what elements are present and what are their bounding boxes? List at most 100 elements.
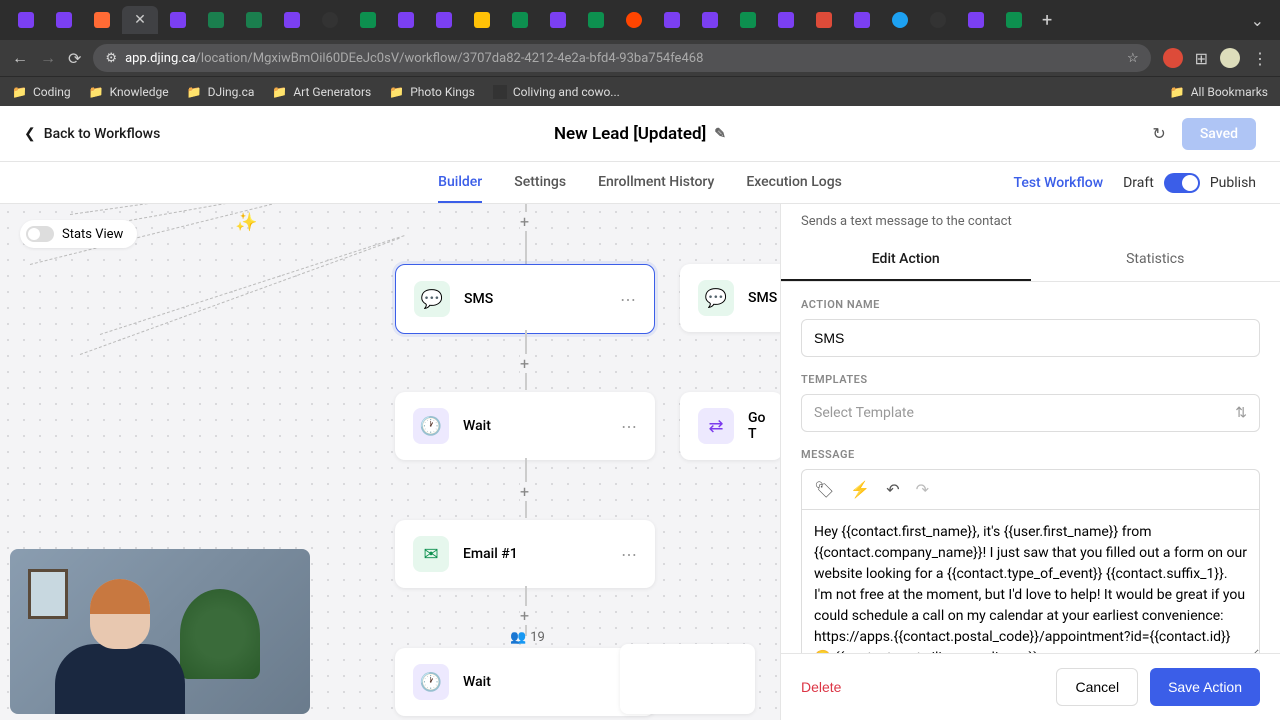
saved-button[interactable]: Saved bbox=[1182, 118, 1256, 150]
action-name-input[interactable] bbox=[801, 319, 1260, 357]
arrow-left-icon: ❮ bbox=[24, 126, 36, 142]
node-menu-icon[interactable]: ⋯ bbox=[621, 417, 637, 436]
browser-tab[interactable] bbox=[806, 6, 842, 34]
browser-tab[interactable] bbox=[350, 6, 386, 34]
toggle-switch[interactable] bbox=[1164, 173, 1200, 193]
tag-icon[interactable]: 🏷 bbox=[814, 480, 834, 499]
address-bar: ← → ⟳ ⚙ app.djing.ca/location/MgxiwBmOil… bbox=[0, 40, 1280, 76]
video-overlay bbox=[10, 549, 310, 714]
bookmark-folder[interactable]: 📁Knowledge bbox=[89, 85, 169, 99]
clock-icon: 🕐 bbox=[413, 408, 449, 444]
extension-icon[interactable] bbox=[1163, 48, 1183, 68]
bookmark-folder[interactable]: 📁Coding bbox=[12, 85, 71, 99]
browser-tab[interactable] bbox=[692, 6, 728, 34]
browser-tab[interactable] bbox=[84, 6, 120, 34]
browser-tab[interactable] bbox=[768, 6, 804, 34]
draft-label: Draft bbox=[1123, 175, 1154, 191]
panel-tabs: Edit Action Statistics bbox=[781, 239, 1280, 282]
workflow-canvas[interactable]: Stats View ✨ + 💬 SMS ⋯ 💬 SMS + 🕐 Wait ⋯ … bbox=[0, 204, 780, 720]
browser-tab[interactable] bbox=[730, 6, 766, 34]
message-textarea[interactable] bbox=[801, 509, 1260, 653]
magic-wand-icon[interactable]: ✨ bbox=[235, 212, 257, 233]
bookmark-star-icon[interactable]: ☆ bbox=[1127, 51, 1139, 66]
toggle-off-icon[interactable] bbox=[26, 226, 54, 242]
site-info-icon[interactable]: ⚙ bbox=[105, 51, 117, 66]
bookmark-folder[interactable]: 📁DJing.ca bbox=[187, 85, 255, 99]
workflow-node-email[interactable]: ✉ Email #1 ⋯ bbox=[395, 520, 655, 588]
tab-builder[interactable]: Builder bbox=[438, 162, 482, 203]
back-to-workflows-link[interactable]: ❮ Back to Workflows bbox=[24, 126, 160, 142]
browser-tab[interactable] bbox=[920, 6, 956, 34]
back-label: Back to Workflows bbox=[44, 126, 161, 142]
add-node-button[interactable]: + bbox=[520, 212, 529, 231]
stats-view-toggle[interactable]: Stats View bbox=[20, 220, 137, 248]
tab-statistics[interactable]: Statistics bbox=[1031, 239, 1280, 281]
cancel-button[interactable]: Cancel bbox=[1056, 668, 1138, 706]
undo-icon[interactable]: ↶ bbox=[886, 480, 899, 499]
delete-button[interactable]: Delete bbox=[801, 679, 841, 695]
browser-tab[interactable] bbox=[882, 6, 918, 34]
workflow-node-sms[interactable]: 💬 SMS bbox=[680, 264, 780, 332]
browser-tab[interactable] bbox=[160, 6, 196, 34]
lightning-icon[interactable]: ⚡ bbox=[850, 480, 870, 499]
publish-toggle[interactable]: Draft Publish bbox=[1123, 173, 1256, 193]
browser-tab[interactable] bbox=[198, 6, 234, 34]
test-workflow-button[interactable]: Test Workflow bbox=[1013, 175, 1103, 191]
browser-tab[interactable] bbox=[426, 6, 462, 34]
profile-avatar[interactable] bbox=[1220, 48, 1240, 68]
url-input[interactable]: ⚙ app.djing.ca/location/MgxiwBmOil60DEeJ… bbox=[93, 44, 1150, 72]
browser-tab[interactable] bbox=[388, 6, 424, 34]
forward-icon[interactable]: → bbox=[40, 48, 56, 68]
new-tab-button[interactable]: + bbox=[1042, 10, 1052, 31]
reload-icon[interactable]: ⟳ bbox=[68, 49, 81, 68]
workflow-node-wait[interactable]: 🕐 Wait ⋯ bbox=[395, 392, 655, 460]
bookmark-folder[interactable]: 📁Art Generators bbox=[272, 85, 371, 99]
bookmark-item[interactable]: Coliving and cowo... bbox=[493, 85, 620, 99]
back-icon[interactable]: ← bbox=[12, 48, 28, 68]
browser-tab[interactable] bbox=[958, 6, 994, 34]
browser-tab[interactable] bbox=[8, 6, 44, 34]
action-name-label: ACTION NAME bbox=[801, 298, 1260, 311]
node-menu-icon[interactable]: ⋯ bbox=[620, 290, 636, 309]
browser-tab[interactable] bbox=[464, 6, 500, 34]
workflow-node-wait[interactable]: 🕐 Wait bbox=[395, 648, 655, 716]
browser-tab[interactable] bbox=[502, 6, 538, 34]
tab-settings[interactable]: Settings bbox=[514, 162, 566, 203]
template-select[interactable]: Select Template ⇅ bbox=[801, 394, 1260, 432]
browser-tab-active[interactable]: ✕ bbox=[122, 6, 158, 34]
folder-icon: 📁 bbox=[272, 85, 287, 99]
browser-tab[interactable] bbox=[654, 6, 690, 34]
tab-execution[interactable]: Execution Logs bbox=[746, 162, 842, 203]
node-menu-icon[interactable]: ⋯ bbox=[621, 545, 637, 564]
add-node-button[interactable]: + bbox=[520, 606, 529, 625]
tab-enrollment[interactable]: Enrollment History bbox=[598, 162, 714, 203]
browser-tab[interactable] bbox=[312, 6, 348, 34]
browser-tab[interactable] bbox=[996, 6, 1032, 34]
node-label: Go T bbox=[748, 410, 765, 442]
browser-tab[interactable] bbox=[540, 6, 576, 34]
all-bookmarks[interactable]: 📁All Bookmarks bbox=[1170, 85, 1268, 99]
add-node-button[interactable]: + bbox=[520, 482, 529, 501]
chevron-down-icon[interactable]: ⌄ bbox=[1243, 11, 1272, 30]
browser-tab[interactable] bbox=[274, 6, 310, 34]
workflow-node-goto[interactable]: ⇄ Go T bbox=[680, 392, 780, 460]
browser-tab[interactable] bbox=[46, 6, 82, 34]
browser-tab[interactable] bbox=[578, 6, 614, 34]
add-node-button[interactable]: + bbox=[520, 354, 529, 373]
save-action-button[interactable]: Save Action bbox=[1150, 668, 1260, 706]
stats-view-label: Stats View bbox=[62, 227, 123, 242]
browser-tab[interactable] bbox=[844, 6, 880, 34]
browser-tab[interactable] bbox=[236, 6, 272, 34]
tab-edit-action[interactable]: Edit Action bbox=[781, 239, 1031, 281]
folder-icon: 📁 bbox=[1170, 85, 1185, 99]
bookmark-folder[interactable]: 📁Photo Kings bbox=[389, 85, 475, 99]
close-icon[interactable]: ✕ bbox=[134, 12, 146, 28]
edit-icon[interactable]: ✎ bbox=[714, 126, 726, 142]
workflow-node-sms[interactable]: 💬 SMS ⋯ bbox=[395, 264, 655, 334]
redo-icon[interactable]: ↷ bbox=[916, 480, 929, 499]
workflow-node-partial[interactable] bbox=[620, 644, 755, 714]
browser-tab[interactable] bbox=[616, 6, 652, 34]
history-icon[interactable]: ↻ bbox=[1152, 124, 1165, 143]
extensions-icon[interactable]: ⊞ bbox=[1195, 49, 1208, 68]
menu-icon[interactable]: ⋮ bbox=[1252, 49, 1268, 68]
